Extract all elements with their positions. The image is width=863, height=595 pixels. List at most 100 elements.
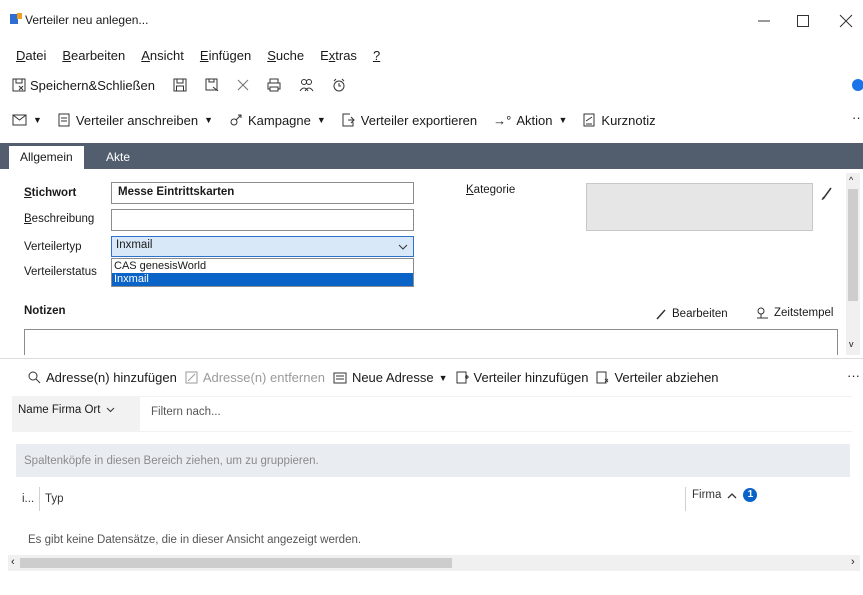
sort-ascending-icon [727,492,737,498]
column-header-firma[interactable]: Firma 1 [692,488,758,502]
save-close-button[interactable]: Speichern&Schließen [12,78,155,93]
tab-bar: Allgemein Akte [0,143,863,169]
save-button[interactable] [173,78,187,92]
export-icon [342,113,355,127]
menu-bar: Datei Bearbeiten Ansicht Einfügen Suche … [0,40,863,70]
delete-button[interactable] [237,79,249,91]
menu-suche[interactable]: Suche [259,48,312,63]
stichwort-input[interactable]: Messe Eintrittskarten [111,182,414,204]
campaign-icon [230,114,242,126]
scrollbar-thumb[interactable] [20,558,452,568]
title-bar: Verteiler neu anlegen... [0,0,863,40]
scrollbar-thumb[interactable] [848,189,858,301]
dropdown-option[interactable]: CAS genesisWorld [112,260,413,273]
edit-notes-button[interactable]: Bearbeiten [656,308,728,320]
column-header-i[interactable]: i... [22,493,34,505]
timestamp-button[interactable]: Zeitstempel [756,307,833,319]
scroll-down-icon[interactable]: v [849,339,854,349]
add-address-button[interactable]: Adresse(n) hinzufügen [28,370,177,385]
pencil-icon[interactable] [821,186,833,200]
chevron-down-icon: ▼ [204,115,213,125]
chevron-down-icon: ▼ [558,115,568,125]
action-toolbar: ▼ Verteiler anschreiben ▼ Kampagne ▼ Ver… [0,104,863,136]
new-address-button[interactable]: Neue Adresse ▼ [333,370,448,385]
tab-akte[interactable]: Akte [95,146,141,169]
maximize-button[interactable] [783,6,823,36]
timestamp-icon [757,307,768,319]
print-button[interactable] [267,78,281,92]
form-scrollbar[interactable]: ^ v [846,173,860,355]
chevron-down-icon: ▼ [33,115,42,125]
chevron-down-icon [107,407,115,413]
quick-note-button[interactable]: Kurznotiz [583,113,656,128]
help-icon[interactable] [852,79,863,91]
menu-help[interactable]: ? [365,48,388,63]
tab-allgemein[interactable]: Allgemein [9,146,84,169]
column-divider [39,487,40,511]
scroll-left-icon[interactable]: ‹ [11,556,15,568]
add-list-icon [456,371,469,384]
column-header-typ[interactable]: Typ [45,493,64,505]
dropdown-option[interactable]: Inxmail [112,273,413,286]
verteilertyp-select[interactable]: Inxmail [111,236,414,257]
empty-message: Es gibt keine Datensätze, die in dieser … [28,534,362,546]
close-button[interactable] [826,6,863,36]
beschreibung-label: Beschreibung [24,213,95,225]
beschreibung-input[interactable] [111,209,414,231]
add-list-button[interactable]: Verteiler hinzufügen [456,370,588,385]
export-list-button[interactable]: Verteiler exportieren [342,113,477,128]
kategorie-label: Kategorie [466,184,516,196]
minimize-button[interactable] [744,6,784,36]
menu-extras[interactable]: Extras [312,48,365,63]
address-card-icon [333,372,347,383]
print-icon [267,78,281,92]
grid-toolbar: Adresse(n) hinzufügen Adresse(n) entfern… [28,370,719,385]
action-menu-button[interactable]: →° Aktion ▼ [493,113,567,128]
menu-einfuegen[interactable]: Einfügen [192,48,259,63]
group-by-area[interactable]: Spaltenköpfe in diesen Bereich ziehen, u… [16,444,850,477]
verteilertyp-dropdown-list: CAS genesisWorld Inxmail [111,258,414,287]
menu-datei[interactable]: Datei [8,48,54,63]
filter-input[interactable]: Filtern nach... [140,397,852,431]
write-list-button[interactable]: Verteiler anschreiben ▼ [58,113,213,128]
stichwort-label: Stichwort [24,187,77,199]
alarm-icon [333,78,345,92]
arrow-right-icon: →° [493,112,512,128]
horizontal-scrollbar[interactable]: ‹ › [8,555,860,571]
notes-editor[interactable] [24,329,838,355]
remove-address-button[interactable]: Adresse(n) entfernen [185,370,325,385]
document-icon [58,113,70,127]
main-toolbar: Speichern&Schließen [0,70,863,100]
window-title: Verteiler neu anlegen... [25,13,149,27]
chevron-down-icon: ▼ [316,115,326,125]
pencil-icon [656,309,666,319]
save-as-icon [205,78,219,92]
divider [0,358,863,359]
remove-list-icon [596,371,609,384]
note-icon [583,113,595,127]
reminder-button[interactable] [332,78,346,92]
remove-list-button[interactable]: Verteiler abziehen [596,370,719,385]
more-icon[interactable]: ·· [852,110,861,125]
chevron-down-icon: ▼ [438,372,448,383]
delete-icon [237,79,249,91]
scroll-up-icon[interactable]: ^ [849,175,853,185]
menu-ansicht[interactable]: Ansicht [133,48,192,63]
kategorie-field[interactable] [586,183,813,231]
mail-icon [12,114,27,126]
more-icon[interactable]: ··· [847,368,860,383]
search-icon [28,371,41,384]
people-icon [299,79,314,92]
column-divider [685,487,686,511]
save-as-button[interactable] [205,78,219,92]
mail-menu-button[interactable]: ▼ [12,114,42,126]
menu-bearbeiten[interactable]: Bearbeiten [54,48,133,63]
scroll-right-icon[interactable]: › [851,556,855,568]
sort-order-badge: 1 [743,488,758,502]
notizen-label: Notizen [24,305,66,317]
participants-button[interactable] [299,78,314,92]
remove-address-icon [185,371,198,384]
verteilerstatus-label: Verteilerstatus [24,266,97,278]
filter-scope-select[interactable]: Name Firma Ort [18,404,115,416]
campaign-button[interactable]: Kampagne ▼ [229,113,326,128]
